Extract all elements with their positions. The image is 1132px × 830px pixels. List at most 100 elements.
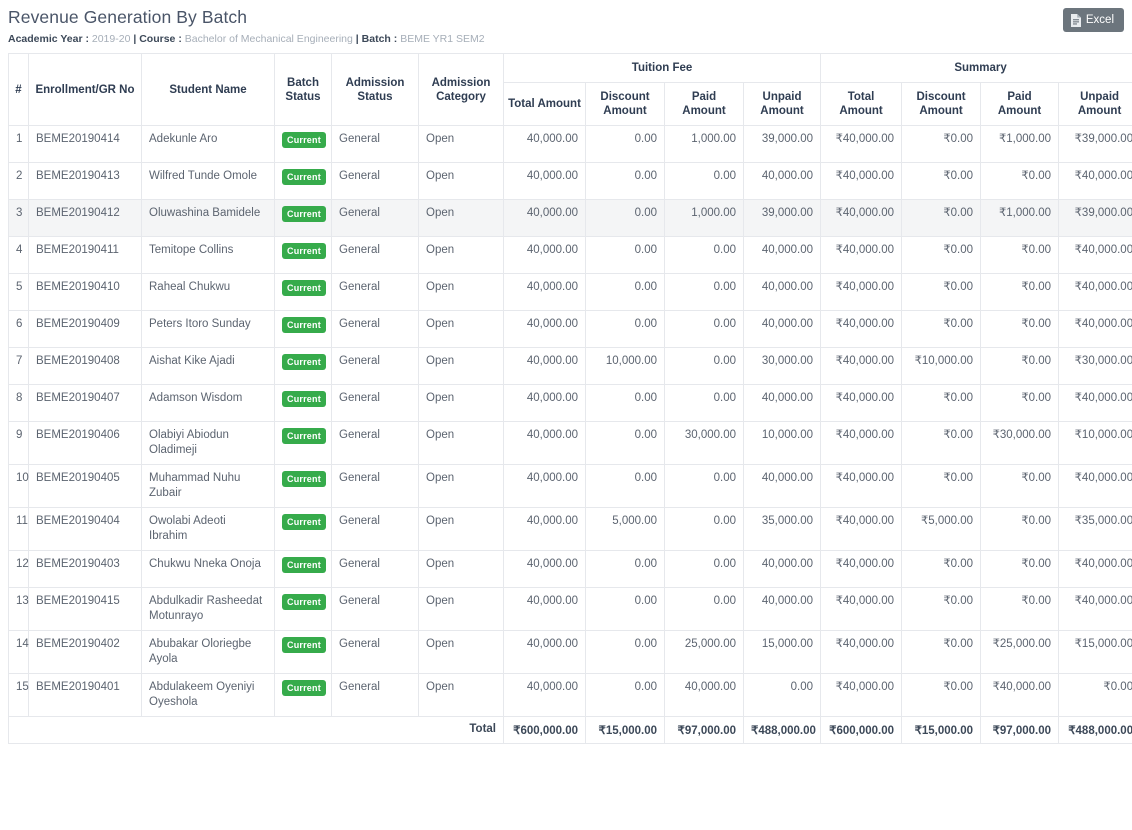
- table-row[interactable]: 15 BEME20190401 Abdulakeem Oyeniyi Oyeshol…: [8, 673, 1132, 717]
- table-row[interactable]: 8 BEME20190407 Adamson Wisdom Current Genera…: [8, 384, 1132, 422]
- cell-fee-unpaid: 40,000.00: [742, 384, 822, 422]
- excel-document-icon: [1070, 13, 1081, 27]
- cell-summary-total: ₹40,000.00: [820, 673, 903, 717]
- table-row[interactable]: 3 BEME20190412 Oluwashina Bamidele Current G…: [8, 199, 1132, 237]
- cell-fee-paid: 0.00: [664, 550, 744, 588]
- cell-admission-status: General: [331, 273, 419, 311]
- cell-summary-discount: ₹0.00: [901, 673, 982, 717]
- cell-batch-status: Current: [274, 199, 332, 237]
- table-row[interactable]: 1 BEME20190414 Adekunle Aro Current General O…: [8, 125, 1132, 163]
- cell-index: 3: [8, 199, 29, 237]
- cell-summary-unpaid: ₹35,000.00: [1058, 507, 1132, 551]
- cell-student-name: Adekunle Aro: [141, 125, 275, 163]
- cell-fee-total: 40,000.00: [503, 587, 586, 631]
- table-row[interactable]: 4 BEME20190411 Temitope Collins Current Gene…: [8, 236, 1132, 274]
- cell-summary-total: ₹40,000.00: [820, 236, 903, 274]
- course-value: Bachelor of Mechanical Engineering: [184, 33, 353, 45]
- cell-summary-paid: ₹30,000.00: [980, 421, 1060, 465]
- cell-admission-category: Open: [418, 673, 504, 717]
- col-fee-unpaid-amount: Unpaid Amount: [742, 82, 822, 126]
- academic-year-value: 2019-20: [91, 33, 131, 45]
- cell-fee-unpaid: 40,000.00: [742, 273, 822, 311]
- cell-batch-status: Current: [274, 310, 332, 348]
- cell-enrollment-no: BEME20190413: [28, 162, 142, 200]
- cell-admission-category: Open: [418, 587, 504, 631]
- cell-enrollment-no: BEME20190412: [28, 199, 142, 237]
- cell-student-name: Owolabi Adeoti Ibrahim: [141, 507, 275, 551]
- table-row[interactable]: 5 BEME20190410 Raheal Chukwu Current General…: [8, 273, 1132, 311]
- cell-summary-paid: ₹0.00: [980, 236, 1060, 274]
- cell-admission-status: General: [331, 310, 419, 348]
- cell-summary-paid: ₹0.00: [980, 384, 1060, 422]
- col-summary-discount-amount: Discount Amount: [901, 82, 982, 126]
- table-row[interactable]: 7 BEME20190408 Aishat Kike Ajadi Current Gen…: [8, 347, 1132, 385]
- cell-summary-unpaid: ₹15,000.00: [1058, 630, 1132, 674]
- col-batch-status: Batch Status: [274, 53, 332, 126]
- export-excel-button[interactable]: Excel: [1062, 8, 1124, 32]
- cell-fee-paid: 0.00: [664, 507, 744, 551]
- status-badge: Current: [282, 637, 326, 653]
- cell-fee-discount: 0.00: [585, 236, 665, 274]
- cell-fee-paid: 25,000.00: [664, 630, 744, 674]
- header-row-groups: # Enrollment/GR No Student Name Batch St…: [8, 53, 1132, 126]
- academic-year-label: Academic Year: [8, 33, 83, 45]
- table-row[interactable]: 9 BEME20190406 Olabiyi Abiodun Oladimeji Cu…: [8, 421, 1132, 465]
- cell-student-name: Wilfred Tunde Omole: [141, 162, 275, 200]
- report-table-container: # Enrollment/GR No Student Name Batch St…: [0, 53, 1132, 744]
- col-summary-unpaid-amount: Unpaid Amount: [1058, 82, 1132, 126]
- cell-summary-unpaid: ₹0.00: [1058, 673, 1132, 717]
- cell-fee-total: 40,000.00: [503, 162, 586, 200]
- total-fee-total: ₹600,000.00: [503, 716, 586, 744]
- cell-summary-total: ₹40,000.00: [820, 550, 903, 588]
- colon-3: :: [390, 33, 401, 45]
- total-summary-total: ₹600,000.00: [820, 716, 903, 744]
- cell-summary-paid: ₹0.00: [980, 310, 1060, 348]
- table-row[interactable]: 2 BEME20190413 Wilfred Tunde Omole Current G…: [8, 162, 1132, 200]
- cell-admission-status: General: [331, 199, 419, 237]
- cell-summary-unpaid: ₹40,000.00: [1058, 162, 1132, 200]
- cell-fee-total: 40,000.00: [503, 125, 586, 163]
- total-fee-unpaid: ₹488,000.00: [742, 716, 822, 744]
- cell-fee-total: 40,000.00: [503, 550, 586, 588]
- cell-batch-status: Current: [274, 507, 332, 551]
- cell-summary-total: ₹40,000.00: [820, 464, 903, 508]
- cell-index: 14: [8, 630, 29, 674]
- cell-admission-category: Open: [418, 199, 504, 237]
- cell-fee-discount: 0.00: [585, 199, 665, 237]
- cell-index: 13: [8, 587, 29, 631]
- cell-admission-category: Open: [418, 507, 504, 551]
- cell-enrollment-no: BEME20190402: [28, 630, 142, 674]
- cell-fee-discount: 0.00: [585, 384, 665, 422]
- table-row[interactable]: 11 BEME20190404 Owolabi Adeoti Ibrahim Curr…: [8, 507, 1132, 551]
- table-row[interactable]: 10 BEME20190405 Muhammad Nuhu Zubair Curren…: [8, 464, 1132, 508]
- cell-summary-discount: ₹0.00: [901, 273, 982, 311]
- cell-summary-unpaid: ₹40,000.00: [1058, 273, 1132, 311]
- cell-enrollment-no: BEME20190411: [28, 236, 142, 274]
- cell-summary-unpaid: ₹40,000.00: [1058, 384, 1132, 422]
- cell-index: 5: [8, 273, 29, 311]
- cell-summary-total: ₹40,000.00: [820, 421, 903, 465]
- cell-student-name: Adamson Wisdom: [141, 384, 275, 422]
- total-fee-discount: ₹15,000.00: [585, 716, 665, 744]
- cell-summary-paid: ₹0.00: [980, 273, 1060, 311]
- cell-summary-total: ₹40,000.00: [820, 125, 903, 163]
- group-header-tuition-fee: Tuition Fee: [502, 53, 822, 83]
- table-row[interactable]: 12 BEME20190403 Chukwu Nneka Onoja Current G…: [8, 550, 1132, 588]
- cell-fee-paid: 0.00: [664, 162, 744, 200]
- cell-batch-status: Current: [274, 673, 332, 717]
- col-fee-total-amount: Total Amount: [503, 82, 586, 126]
- status-badge: Current: [282, 471, 326, 487]
- cell-summary-paid: ₹25,000.00: [980, 630, 1060, 674]
- table-row[interactable]: 6 BEME20190409 Peters Itoro Sunday Current G…: [8, 310, 1132, 348]
- cell-fee-total: 40,000.00: [503, 673, 586, 717]
- cell-enrollment-no: BEME20190415: [28, 587, 142, 631]
- col-student-name: Student Name: [141, 53, 275, 126]
- table-body: 1 BEME20190414 Adekunle Aro Current General O…: [8, 125, 1132, 717]
- cell-fee-total: 40,000.00: [503, 236, 586, 274]
- cell-fee-total: 40,000.00: [503, 273, 586, 311]
- cell-summary-paid: ₹0.00: [980, 162, 1060, 200]
- cell-summary-total: ₹40,000.00: [820, 162, 903, 200]
- table-row[interactable]: 14 BEME20190402 Abubakar Oloriegbe Ayola Cu…: [8, 630, 1132, 674]
- table-row[interactable]: 13 BEME20190415 Abdulkadir Rasheedat Motun…: [8, 587, 1132, 631]
- col-enrollment: Enrollment/GR No: [28, 53, 142, 126]
